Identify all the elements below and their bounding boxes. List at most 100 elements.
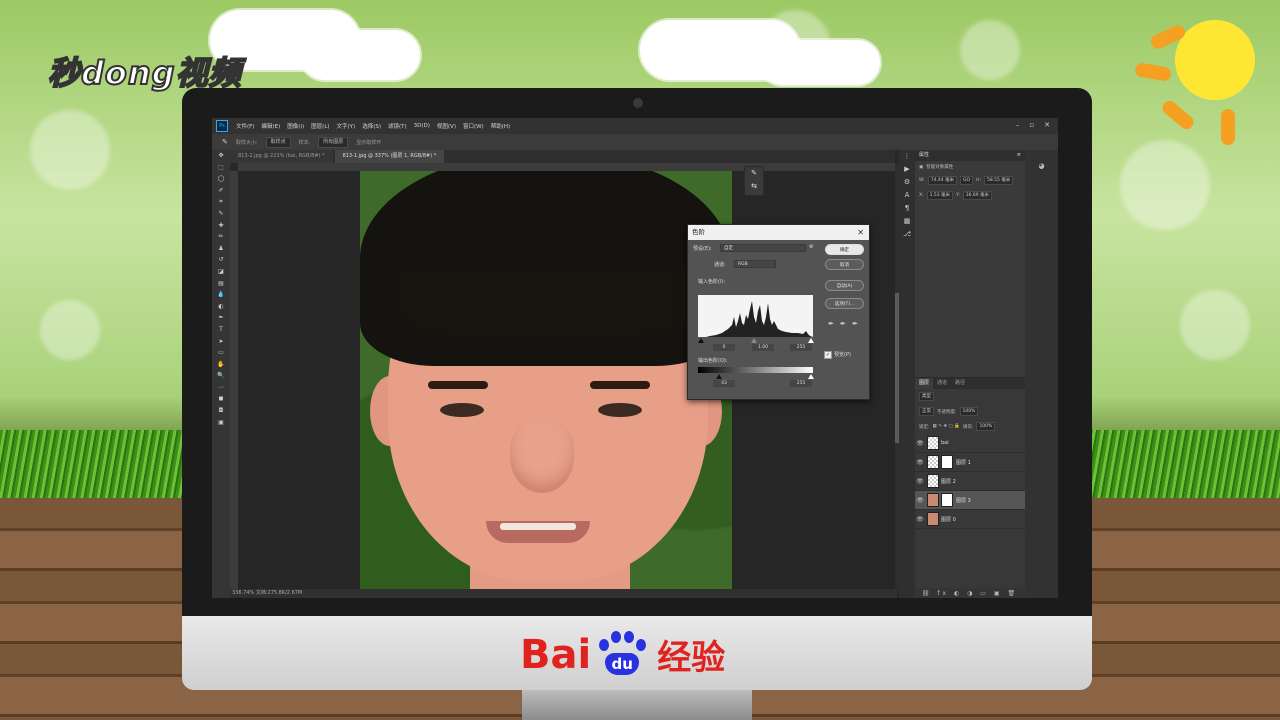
screen-mode-icon[interactable]: ▣	[212, 417, 230, 429]
fill-field[interactable]: 100%	[976, 422, 996, 431]
menu-type[interactable]: 文字(Y)	[337, 122, 356, 130]
layer-row[interactable]: 👁 图层 2	[915, 472, 1025, 491]
type-tool-icon[interactable]: T	[212, 324, 230, 336]
visibility-eye-icon[interactable]: 👁	[915, 459, 925, 466]
crop-tool-icon[interactable]: ⌗	[212, 196, 230, 208]
swap-icon[interactable]: ⇆	[745, 180, 763, 193]
channel-select[interactable]: RGB	[734, 260, 776, 268]
ok-button[interactable]: 确定	[825, 244, 864, 255]
layer-row[interactable]: 👁 bai	[915, 434, 1025, 453]
input-white-slider[interactable]	[808, 338, 814, 343]
gray-eyedropper-icon[interactable]: ✒	[840, 320, 846, 328]
visibility-eye-icon[interactable]: 👁	[915, 516, 925, 523]
layer-mask-thumbnail[interactable]	[941, 455, 953, 469]
input-black-field[interactable]: 0	[713, 344, 735, 351]
sample-select[interactable]: 所有图层	[318, 136, 349, 148]
tab-paths[interactable]: 路径	[951, 378, 969, 389]
menu-layer[interactable]: 图层(L)	[311, 122, 329, 130]
dialog-close-icon[interactable]: ✕	[857, 225, 864, 240]
hand-tool-icon[interactable]: ✋	[212, 359, 230, 371]
preview-checkbox[interactable]: ✓	[824, 351, 832, 359]
visibility-eye-icon[interactable]: 👁	[915, 497, 925, 504]
paths-panel-icon[interactable]: ⎇	[899, 228, 915, 241]
input-black-slider[interactable]	[698, 338, 704, 343]
path-select-icon[interactable]: ➤	[212, 336, 230, 348]
black-eyedropper-icon[interactable]: ✒	[828, 320, 834, 328]
menu-image[interactable]: 图像(I)	[287, 122, 304, 130]
link-button[interactable]: GO	[960, 176, 974, 185]
history-brush-icon[interactable]: ↺	[212, 254, 230, 266]
input-gamma-slider[interactable]	[751, 338, 757, 343]
show-ring-checkbox[interactable]: 显示取样环	[356, 139, 381, 146]
menu-help[interactable]: 帮助(H)	[491, 122, 510, 130]
output-white-field[interactable]: 255	[790, 380, 812, 387]
lock-icons[interactable]: ▦ ✎ ✥ ▢ 🔒	[933, 424, 960, 429]
cancel-button[interactable]: 取消	[825, 259, 864, 270]
input-gamma-field[interactable]: 1.00	[752, 344, 774, 351]
menu-file[interactable]: 文件(F)	[236, 122, 254, 130]
more-tools-icon[interactable]: ⋯	[212, 382, 230, 394]
vertical-ruler[interactable]	[230, 171, 238, 589]
blur-tool-icon[interactable]: 💧	[212, 289, 230, 301]
tab-channels[interactable]: 通道	[933, 378, 951, 389]
stamp-tool-icon[interactable]: ♟	[212, 243, 230, 255]
tab-layers[interactable]: 图层	[915, 378, 934, 389]
play-action-icon[interactable]: ▶	[899, 163, 915, 176]
layer-row[interactable]: 👁 图层 0	[915, 510, 1025, 529]
eraser-tool-icon[interactable]: ◪	[212, 266, 230, 278]
healing-tool-icon[interactable]: ✚	[212, 220, 230, 232]
layers-footer-icons[interactable]: ⛓ fx ◐ ◑ ▭ ▣ 🗑	[915, 588, 1025, 598]
photoshop-app-icon[interactable]: Ps	[216, 120, 228, 132]
glyphs-panel-icon[interactable]: ▦	[899, 215, 915, 228]
minimize-button[interactable]: –	[1016, 121, 1020, 129]
preset-options-icon[interactable]: ⚙	[809, 244, 813, 250]
menu-edit[interactable]: 编辑(E)	[261, 122, 280, 130]
panel-menu-icon[interactable]: ≡	[1017, 150, 1021, 161]
visibility-eye-icon[interactable]: 👁	[915, 440, 925, 447]
layer-row[interactable]: 👁 图层 1	[915, 453, 1025, 472]
blend-mode-select[interactable]: 正常	[919, 407, 934, 416]
brush-tool-icon[interactable]: ✏	[212, 231, 230, 243]
options-button[interactable]: 选项(T)...	[825, 298, 864, 309]
lasso-tool-icon[interactable]: ◯	[212, 173, 230, 185]
sample-size-select[interactable]: 取样点	[265, 136, 291, 148]
tab-document-1[interactable]: 813-2.jpg @ 223% (bai, RGB/8#) *	[230, 150, 333, 163]
marquee-tool-icon[interactable]: ⬚	[212, 162, 230, 174]
eyedropper-tool-icon[interactable]: ✎	[222, 138, 228, 146]
document-image[interactable]	[360, 171, 732, 589]
shape-tool-icon[interactable]: ▭	[212, 347, 230, 359]
quick-select-tool-icon[interactable]: ✐	[212, 185, 230, 197]
character-panel-icon[interactable]: A	[899, 189, 915, 202]
maximize-button[interactable]: ▫	[1029, 121, 1034, 129]
tab-document-2[interactable]: 813-1.jpg @ 337% (图层 1, RGB/8#) *	[334, 150, 445, 163]
eyedropper-tool-icon[interactable]: ✎	[212, 208, 230, 220]
levels-dialog-titlebar[interactable]: 色阶 ✕	[688, 225, 869, 240]
color-swatches-icon[interactable]: ◼	[212, 393, 230, 405]
menu-3d[interactable]: 3D(D)	[414, 123, 430, 129]
output-white-slider[interactable]	[808, 374, 814, 379]
x-field[interactable]: 1.53 毫米	[926, 191, 954, 200]
visibility-eye-icon[interactable]: 👁	[915, 478, 925, 485]
move-tool-icon[interactable]: ✥	[212, 150, 230, 162]
opacity-field[interactable]: 100%	[959, 407, 979, 416]
brush-preset-icon[interactable]: ✎	[745, 167, 763, 180]
layer-kind-filter[interactable]: 类型	[919, 392, 934, 401]
zoom-tool-icon[interactable]: 🔍	[212, 370, 230, 382]
gradient-tool-icon[interactable]: ▤	[212, 278, 230, 290]
pen-tool-icon[interactable]: ✒	[212, 312, 230, 324]
height-field[interactable]: 58.55 毫米	[983, 176, 1014, 185]
menu-window[interactable]: 窗口(W)	[463, 122, 484, 130]
menu-select[interactable]: 选择(S)	[362, 122, 381, 130]
dodge-tool-icon[interactable]: ◐	[212, 301, 230, 313]
width-field[interactable]: 74.44 毫米	[927, 176, 958, 185]
adjustments-icon[interactable]: ⚙	[899, 176, 915, 189]
history-panel-icon[interactable]: ⋮	[899, 150, 915, 163]
input-white-field[interactable]: 255	[790, 344, 812, 351]
output-black-slider[interactable]	[716, 374, 722, 379]
paragraph-panel-icon[interactable]: ¶	[899, 202, 915, 215]
layer-row-selected[interactable]: 👁 图层 3	[915, 491, 1025, 510]
white-eyedropper-icon[interactable]: ✒	[852, 320, 858, 328]
panel-collapse-icon[interactable]: ◕	[1025, 162, 1058, 170]
menu-view[interactable]: 视图(V)	[437, 122, 456, 130]
auto-button[interactable]: 自动(A)	[825, 280, 864, 291]
